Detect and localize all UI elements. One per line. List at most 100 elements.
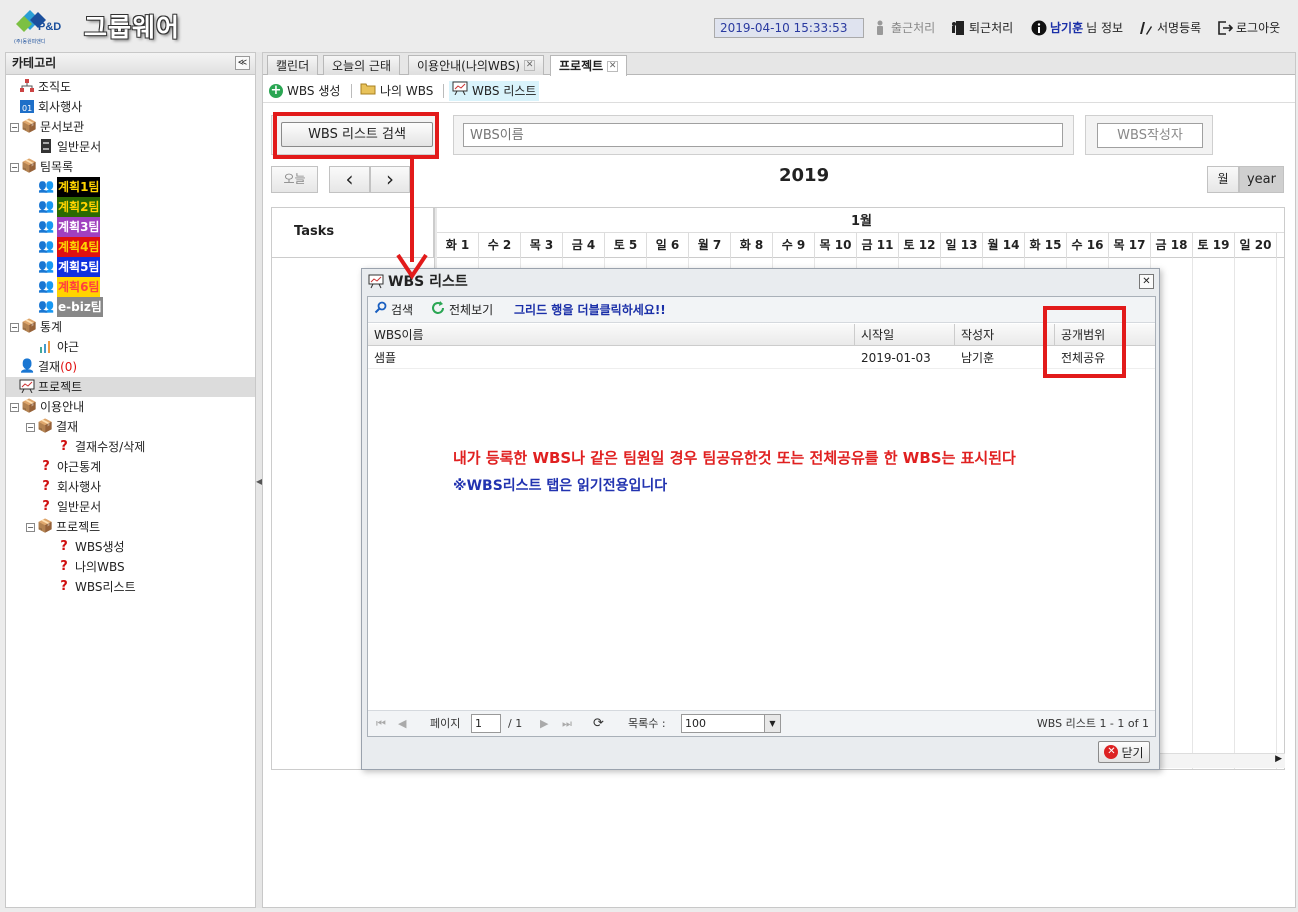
tree-item-guide-general-docs[interactable]: ? 일반문서: [38, 497, 101, 517]
tree-item-guide-my-wbs[interactable]: ? 나의WBS: [56, 557, 124, 577]
check-out-link[interactable]: 퇴근처리: [950, 18, 1013, 38]
rows-per-page-select[interactable]: 100 ▼: [681, 714, 781, 733]
tab-calendar[interactable]: 캘린더: [267, 55, 319, 75]
box-icon: 📦: [21, 119, 38, 134]
next-button[interactable]: ›: [370, 166, 410, 193]
wbs-name-input[interactable]: [463, 123, 1063, 147]
day-header: 목 10: [815, 233, 857, 258]
user-info-link[interactable]: 남기훈 님 정보: [1031, 18, 1123, 38]
grid-hint-text: 그리드 행을 더블클릭하세요!!: [514, 303, 666, 317]
wbs-writer-input[interactable]: WBS작성자: [1097, 123, 1203, 148]
col-wbs-name[interactable]: WBS이름: [368, 324, 855, 346]
tree-item-overtime[interactable]: 야근: [38, 337, 79, 357]
tree-item-approval[interactable]: 👤 결재 (0): [19, 357, 77, 377]
tab-project[interactable]: 프로젝트 ✕: [550, 55, 628, 76]
collapse-toggle-icon[interactable]: −: [10, 122, 19, 132]
page-label: 페이지: [430, 717, 461, 730]
tree-item-label: 결재: [56, 420, 79, 434]
tree-item-team-ebiz[interactable]: 👥 e-biz팀: [38, 297, 103, 317]
tree-item-team-6[interactable]: 👥 계획6팀: [38, 277, 101, 297]
grid-hint: 그리드 행을 더블클릭하세요!!: [514, 301, 666, 319]
view-all-button[interactable]: 전체보기: [431, 300, 493, 320]
tree-item-guide-company-events[interactable]: ? 회사행사: [38, 477, 101, 497]
exit-door-icon: [950, 20, 966, 36]
tree-item-team-5[interactable]: 👥 계획5팀: [38, 257, 101, 277]
dialog-search-button[interactable]: 검색: [374, 301, 413, 319]
tree-item-guide-project[interactable]: − 📦 프로젝트: [26, 517, 100, 537]
tree-item-org-chart[interactable]: 조직도: [19, 77, 71, 97]
gantt-hscroll[interactable]: ▶: [1155, 753, 1285, 768]
collapse-toggle-icon[interactable]: −: [10, 402, 19, 412]
rows-per-page-label: 목록수 :: [628, 717, 666, 730]
check-in-link[interactable]: 출근처리: [872, 18, 935, 38]
dialog-close-icon[interactable]: ✕: [1139, 274, 1154, 289]
row-divider: [368, 368, 1155, 369]
tree-item-guide-wbs-create[interactable]: ? WBS생성: [56, 537, 124, 557]
close-tab-icon[interactable]: ✕: [524, 60, 536, 71]
wbs-create-button[interactable]: + WBS 생성: [266, 81, 343, 101]
month-header: 1월: [437, 208, 1284, 233]
tree-item-guide-approval[interactable]: − 📦 결재: [26, 417, 78, 437]
collapse-toggle-icon[interactable]: −: [26, 422, 35, 432]
day-header: 토 19: [1193, 233, 1235, 258]
box-icon: 📦: [21, 319, 38, 334]
day-header: 월 14: [983, 233, 1025, 258]
dialog-toolbar: 검색 전체보기 그리드 행을 더블클릭하세요!!: [368, 297, 1155, 323]
tree-item-statistics[interactable]: − 📦 통계: [10, 317, 62, 337]
month-view-button[interactable]: 월: [1207, 166, 1239, 193]
day-header: 토 5: [605, 233, 647, 258]
year-view-button[interactable]: year: [1239, 166, 1284, 193]
prev-page-icon[interactable]: ◀: [398, 715, 406, 733]
tree-item-company-events[interactable]: 01 회사행사: [19, 97, 82, 117]
first-page-icon[interactable]: ⏮: [376, 715, 386, 733]
cabinet-icon: [38, 139, 54, 155]
page-number-input[interactable]: 1: [471, 714, 501, 733]
user-info-label: 님 정보: [1086, 21, 1124, 35]
wbs-list-button[interactable]: WBS 리스트: [449, 81, 540, 101]
page-total: / 1: [508, 717, 523, 730]
today-button[interactable]: 오늘: [271, 166, 318, 193]
my-wbs-button[interactable]: 나의 WBS: [357, 81, 436, 101]
dialog-close-button[interactable]: ✕ 닫기: [1098, 741, 1150, 763]
col-start-date[interactable]: 시작일: [855, 324, 955, 346]
tree-item-label: WBS리스트: [75, 580, 136, 594]
logout-link[interactable]: 로그아웃: [1217, 18, 1280, 38]
tab-today-attendance[interactable]: 오늘의 근태: [323, 55, 401, 75]
collapse-toggle-icon[interactable]: −: [26, 522, 35, 532]
tree-item-label: 회사행사: [57, 480, 102, 494]
next-page-icon[interactable]: ▶: [540, 715, 548, 733]
tree-item-team-4[interactable]: 👥 계획4팀: [38, 237, 101, 257]
close-tab-icon[interactable]: ✕: [607, 60, 619, 72]
person-icon: [872, 20, 888, 36]
tab-guide-my-wbs[interactable]: 이용안내(나의WBS) ✕: [408, 55, 545, 75]
collapse-toggle-icon[interactable]: −: [10, 162, 19, 172]
team-label: 계획6팀: [57, 277, 101, 297]
team-label: 계획2팀: [57, 197, 101, 217]
collapse-sidebar-button[interactable]: ≪: [235, 56, 250, 70]
tree-item-user-guide[interactable]: − 📦 이용안내: [10, 397, 84, 417]
scroll-right-icon: ▶: [1275, 754, 1282, 764]
tree-item-guide-overtime-stats[interactable]: ? 야근통계: [38, 457, 101, 477]
help-question-icon: ?: [60, 539, 68, 554]
collapse-toggle-icon[interactable]: −: [10, 322, 19, 332]
col-writer[interactable]: 작성자: [955, 324, 1055, 346]
tree-item-project[interactable]: 프로젝트: [6, 377, 255, 397]
tree-item-team-list[interactable]: − 📦 팀목록: [10, 157, 73, 177]
user-name: 남기훈: [1050, 21, 1084, 35]
highlight-share-scope-column: [1043, 306, 1126, 378]
tree-item-team-3[interactable]: 👥 계획3팀: [38, 217, 101, 237]
tree-item-team-2[interactable]: 👥 계획2팀: [38, 197, 101, 217]
tree-item-general-documents[interactable]: 일반문서: [38, 137, 101, 157]
tree-item-guide-wbs-list[interactable]: ? WBS리스트: [56, 577, 136, 597]
chevron-down-icon: ▼: [764, 715, 780, 732]
day-header: 금 4: [563, 233, 605, 258]
refresh-icon: [431, 300, 445, 320]
toolbar-separator: [351, 84, 352, 98]
tree-item-team-1[interactable]: 👥 계획1팀: [38, 177, 101, 197]
prev-button[interactable]: ‹: [329, 166, 370, 193]
signature-link[interactable]: 서명등록: [1138, 18, 1201, 38]
reload-icon[interactable]: ⟳: [593, 715, 604, 733]
tree-item-guide-approval-edit[interactable]: ? 결재수정/삭제: [56, 437, 145, 457]
last-page-icon[interactable]: ⏭: [562, 715, 572, 733]
tree-item-document-storage[interactable]: − 📦 문서보관: [10, 117, 84, 137]
